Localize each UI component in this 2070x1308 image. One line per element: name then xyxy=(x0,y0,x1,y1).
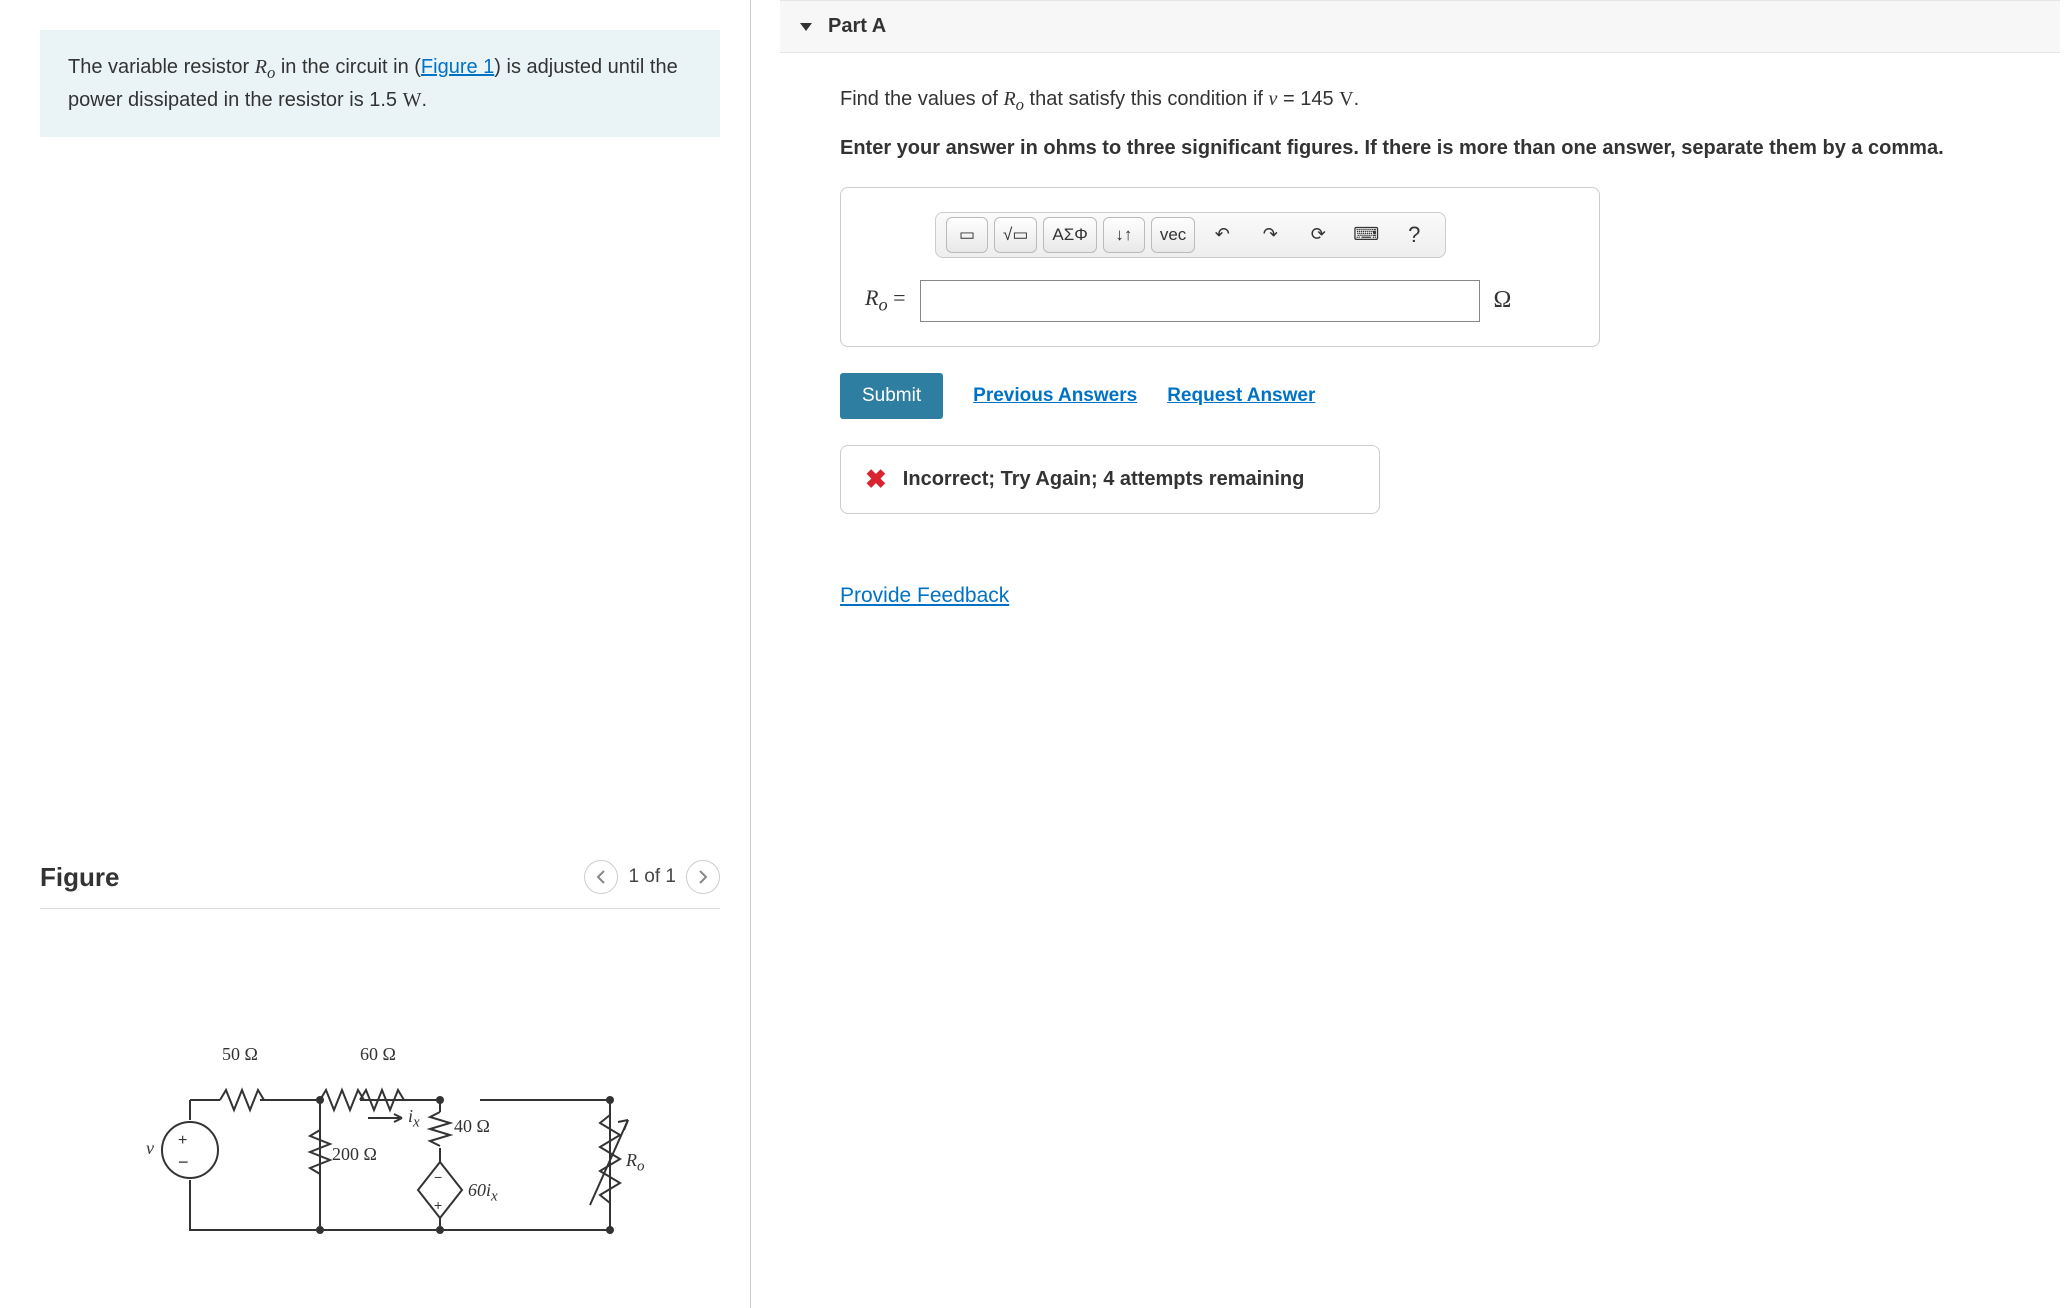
incorrect-icon: ✖ xyxy=(865,464,887,495)
vector-button[interactable]: vec xyxy=(1151,217,1195,253)
answer-unit: Ω xyxy=(1494,287,1512,314)
answer-card: ▭ √▭ ΑΣΦ ↓↑ vec ↶ ↷ ⟳ ⌨ ? Ro = Ω xyxy=(840,187,1600,347)
answer-variable-label: Ro = xyxy=(865,285,906,315)
svg-text:−: − xyxy=(178,1152,189,1172)
submit-button[interactable]: Submit xyxy=(840,373,943,419)
label-r200: 200 Ω xyxy=(332,1144,377,1165)
label-r50: 50 Ω xyxy=(222,1044,258,1065)
subscript-button[interactable]: ↓↑ xyxy=(1103,217,1145,253)
variable-ro: Ro xyxy=(255,56,276,78)
label-r40: 40 Ω xyxy=(454,1116,490,1137)
figure-prev-button[interactable] xyxy=(584,860,618,894)
figure-1-link[interactable]: Figure 1 xyxy=(421,56,494,78)
undo-button[interactable]: ↶ xyxy=(1201,217,1243,253)
chevron-right-icon xyxy=(698,870,708,884)
vertical-divider xyxy=(750,0,751,1308)
feedback-box: ✖ Incorrect; Try Again; 4 attempts remai… xyxy=(840,445,1380,514)
help-button[interactable]: ? xyxy=(1393,217,1435,253)
unit-w: W xyxy=(403,89,422,111)
svg-text:−: − xyxy=(434,1169,442,1185)
equation-toolbar: ▭ √▭ ΑΣΦ ↓↑ vec ↶ ↷ ⟳ ⌨ ? xyxy=(935,212,1446,258)
chevron-left-icon xyxy=(596,870,606,884)
figure-next-button[interactable] xyxy=(686,860,720,894)
greek-button[interactable]: ΑΣΦ xyxy=(1043,217,1096,253)
problem-text: The variable resistor xyxy=(68,56,255,78)
circuit-diagram: + − xyxy=(150,1050,650,1276)
provide-feedback-link[interactable]: Provide Feedback xyxy=(840,584,1009,608)
redo-button[interactable]: ↷ xyxy=(1249,217,1291,253)
svg-text:+: + xyxy=(178,1132,187,1149)
label-ix: ix xyxy=(408,1106,420,1132)
fraction-root-button[interactable]: √▭ xyxy=(994,217,1037,253)
feedback-text: Incorrect; Try Again; 4 attempts remaini… xyxy=(903,468,1305,491)
figure-pager: 1 of 1 xyxy=(584,860,720,894)
request-answer-link[interactable]: Request Answer xyxy=(1167,385,1315,407)
template-button[interactable]: ▭ xyxy=(946,217,988,253)
answer-input[interactable] xyxy=(920,280,1480,322)
caret-down-icon xyxy=(800,23,812,31)
reset-button[interactable]: ⟳ xyxy=(1297,217,1339,253)
svg-text:+: + xyxy=(434,1197,442,1213)
label-r60: 60 Ω xyxy=(360,1044,396,1065)
figure-page-indicator: 1 of 1 xyxy=(628,866,676,888)
question-text: Find the values of Ro that satisfy this … xyxy=(840,83,2000,119)
part-a-header[interactable]: Part A xyxy=(780,0,2060,53)
previous-answers-link[interactable]: Previous Answers xyxy=(973,385,1137,407)
label-ccvs: 60ix xyxy=(468,1180,498,1206)
label-ro: Ro xyxy=(626,1150,645,1176)
keyboard-button[interactable]: ⌨ xyxy=(1345,217,1387,253)
answer-instructions: Enter your answer in ohms to three signi… xyxy=(840,133,2000,163)
label-v: v xyxy=(146,1138,154,1159)
problem-statement: The variable resistor Ro in the circuit … xyxy=(40,30,720,137)
part-label: Part A xyxy=(828,15,886,38)
figure-title: Figure xyxy=(40,862,119,893)
